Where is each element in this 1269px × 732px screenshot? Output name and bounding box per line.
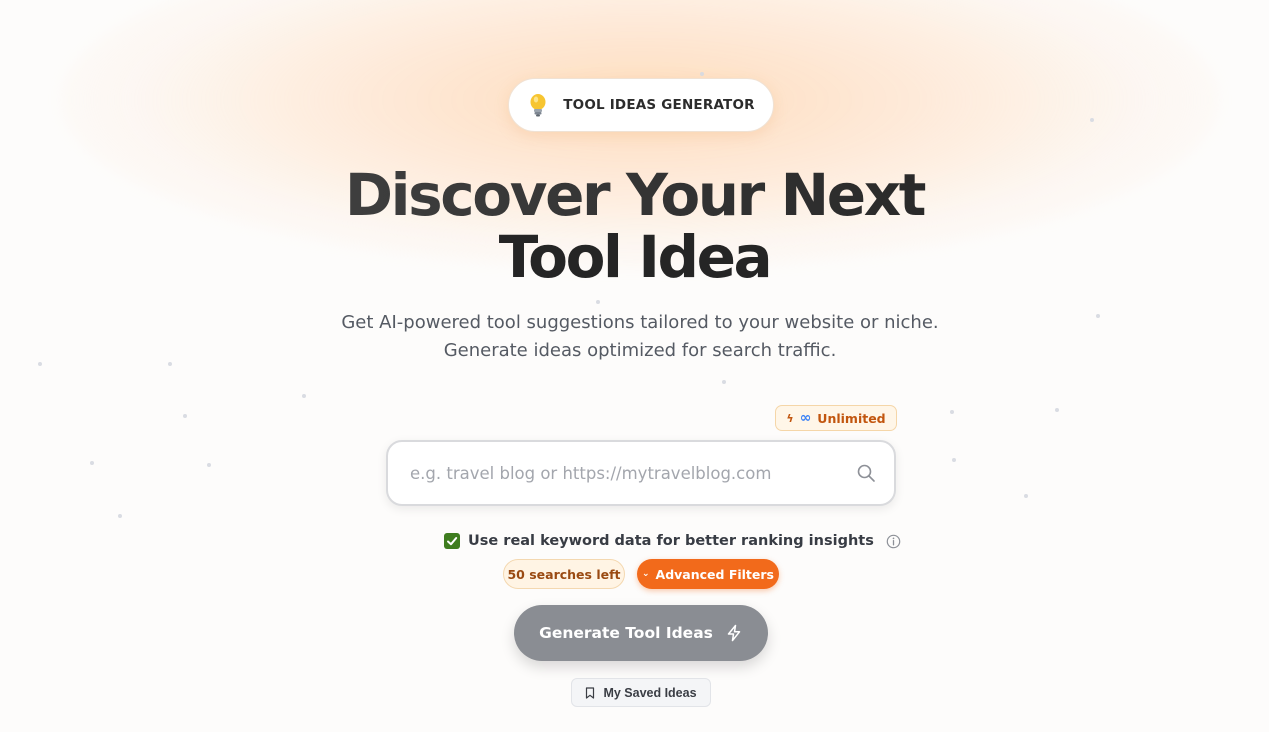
decor-dot [952, 458, 956, 462]
decor-dot [1096, 314, 1100, 318]
search-icon[interactable] [856, 463, 876, 483]
saved-ideas-label: My Saved Ideas [603, 685, 697, 700]
headline-line-2: Tool Idea [498, 223, 773, 291]
page-title: Discover Your Next Tool Idea [0, 164, 1269, 288]
my-saved-ideas-button[interactable]: My Saved Ideas [571, 678, 711, 707]
generate-tool-ideas-button[interactable]: Generate Tool Ideas [514, 605, 768, 661]
decor-dot [183, 414, 187, 418]
bolt-icon [727, 624, 741, 642]
plan-badge: ϟ ∞ Unlimited [775, 405, 897, 431]
plan-badge-label: Unlimited [817, 410, 886, 426]
decor-dot [950, 410, 954, 414]
keyword-data-label[interactable]: Use real keyword data for better ranking… [468, 533, 874, 549]
headline-line-1: Discover Your Next [0, 164, 1269, 226]
search-input[interactable] [410, 442, 830, 504]
subtitle: Get AI-powered tool suggestions tailored… [341, 312, 939, 361]
decor-dot [90, 461, 94, 465]
lightbulb-icon [530, 94, 546, 117]
decor-dot [596, 300, 600, 304]
decor-dot [38, 362, 42, 366]
info-icon[interactable] [886, 534, 901, 549]
decor-dot [118, 514, 122, 518]
infinity-icon: ∞ [799, 410, 812, 426]
decor-dot [1024, 494, 1028, 498]
advanced-filters-label: Advanced Filters [655, 566, 774, 582]
badge-label: TOOL IDEAS GENERATOR [563, 97, 755, 113]
searches-left-badge: 50 searches left [503, 559, 625, 589]
decor-dot [700, 72, 704, 76]
checkmark-icon [447, 537, 458, 546]
decor-dot [168, 362, 172, 366]
decor-dot [1090, 118, 1094, 122]
bolt-icon: ϟ [786, 411, 794, 425]
keyword-data-option: Use real keyword data for better ranking… [444, 530, 901, 552]
page: TOOL IDEAS GENERATOR Discover Your Next … [0, 0, 1269, 732]
tool-ideas-badge: TOOL IDEAS GENERATOR [508, 78, 774, 132]
search-box [386, 440, 896, 506]
keyword-data-checkbox[interactable] [444, 533, 460, 549]
chevron-down-icon: ⌄ [641, 569, 650, 579]
bookmark-icon [586, 686, 595, 699]
decor-dot [302, 394, 306, 398]
decor-dot [722, 380, 726, 384]
generate-button-label: Generate Tool Ideas [539, 624, 713, 642]
advanced-filters-button[interactable]: ⌄ Advanced Filters [637, 559, 779, 589]
decor-dot [207, 463, 211, 467]
decor-dot [1055, 408, 1059, 412]
